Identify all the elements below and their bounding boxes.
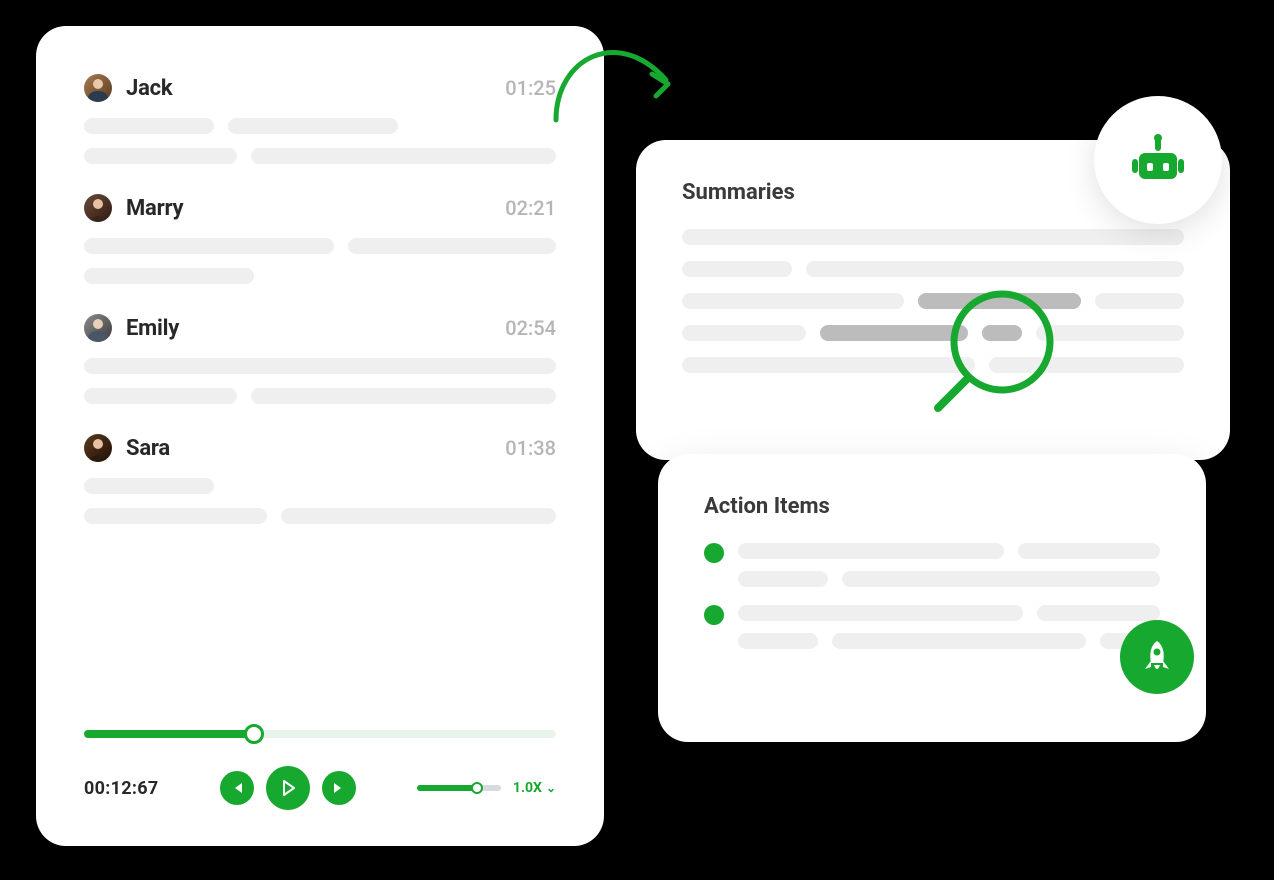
elapsed-time: 00:12:67 — [84, 778, 159, 799]
prev-button[interactable] — [220, 771, 254, 805]
transcript-entry: Sara 01:38 — [84, 434, 556, 524]
play-button[interactable] — [266, 766, 310, 810]
chevron-down-icon: ⌄ — [546, 781, 556, 795]
placeholder-lines — [84, 238, 556, 284]
skip-forward-icon — [332, 781, 346, 795]
placeholder-lines — [84, 478, 556, 524]
avatar — [84, 74, 112, 102]
audio-player: 00:12:67 — [84, 730, 556, 810]
placeholder-lines — [84, 358, 556, 404]
transcript-entry: Emily 02:54 — [84, 314, 556, 404]
placeholder-lines — [682, 229, 1184, 373]
bullet-icon — [704, 543, 724, 563]
timestamp: 01:38 — [505, 436, 556, 460]
placeholder-lines — [84, 118, 556, 164]
speaker-name: Jack — [126, 76, 172, 101]
volume-slider[interactable] — [417, 785, 501, 791]
action-items-card: Action Items — [658, 454, 1206, 742]
play-icon — [279, 779, 297, 797]
rocket-badge — [1120, 620, 1194, 694]
next-button[interactable] — [322, 771, 356, 805]
ai-bot-badge — [1094, 96, 1222, 224]
avatar — [84, 194, 112, 222]
speaker-name: Emily — [126, 316, 179, 341]
action-item — [704, 605, 1160, 649]
progress-knob[interactable] — [244, 724, 264, 744]
skip-back-icon — [230, 781, 244, 795]
speaker-name: Marry — [126, 196, 183, 221]
speed-selector[interactable]: 1.0X ⌄ — [513, 780, 556, 796]
transcript-card: Jack 01:25 Marry 02:21 — [36, 26, 604, 846]
timestamp: 01:25 — [505, 76, 556, 100]
speaker-name: Sara — [126, 436, 170, 461]
rocket-icon — [1137, 637, 1177, 677]
timestamp: 02:54 — [505, 316, 556, 340]
transcript-entry: Jack 01:25 — [84, 74, 556, 164]
volume-knob[interactable] — [471, 782, 483, 794]
avatar — [84, 434, 112, 462]
transcript-entry: Marry 02:21 — [84, 194, 556, 284]
progress-track[interactable] — [84, 730, 556, 738]
timestamp: 02:21 — [505, 196, 556, 220]
speed-value: 1.0X — [513, 780, 542, 796]
action-item — [704, 543, 1160, 587]
bullet-icon — [704, 605, 724, 625]
action-items-title: Action Items — [704, 494, 1160, 519]
robot-icon — [1129, 131, 1187, 189]
avatar — [84, 314, 112, 342]
